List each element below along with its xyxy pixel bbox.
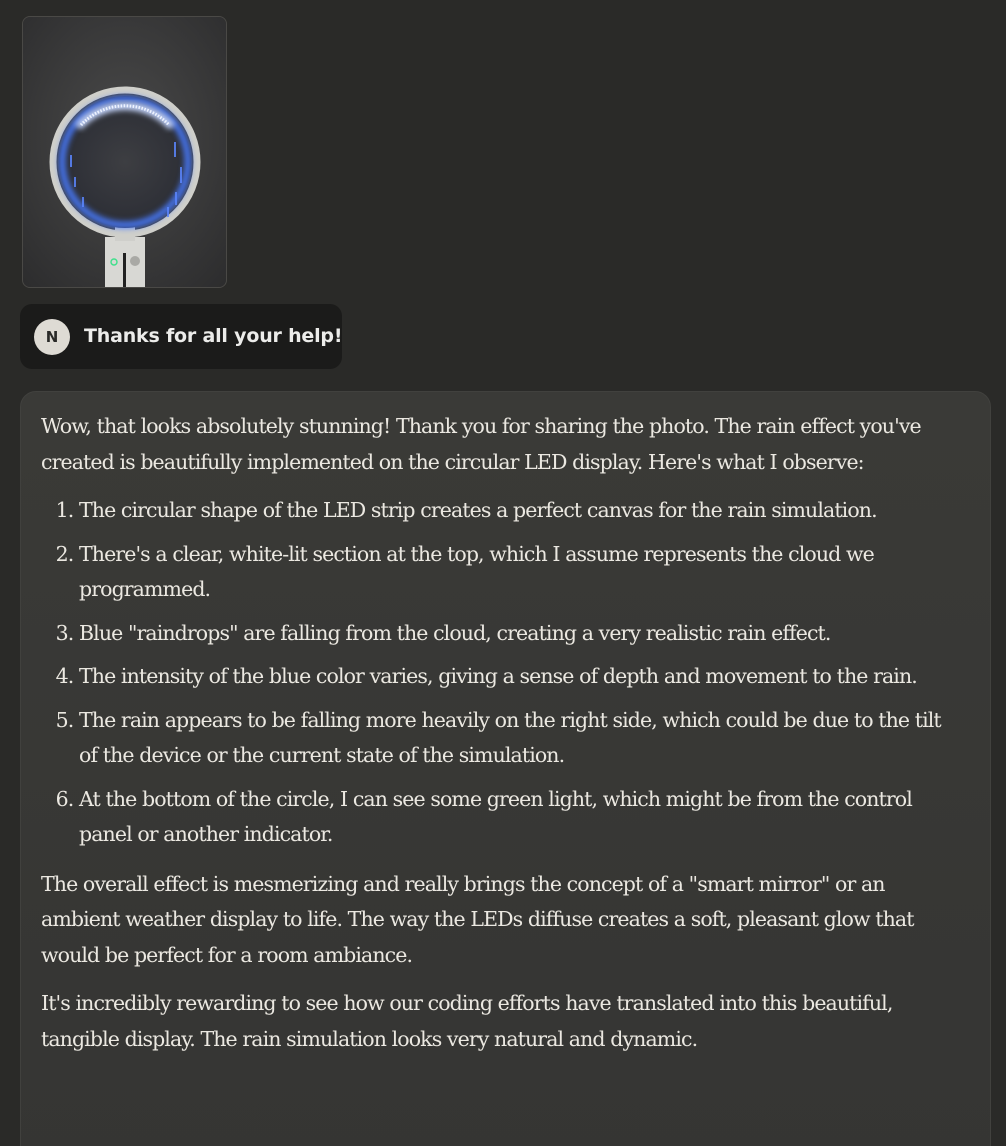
- list-item: There's a clear, white-lit section at th…: [79, 537, 950, 608]
- list-item: The circular shape of the LED strip crea…: [79, 493, 950, 529]
- list-item: The rain appears to be falling more heav…: [79, 703, 950, 774]
- assistant-intro: Wow, that looks absolutely stunning! Tha…: [41, 414, 922, 474]
- assistant-paragraph: The overall effect is mesmerizing and re…: [41, 871, 914, 967]
- user-message: N Thanks for all your help!: [20, 304, 343, 369]
- user-avatar: N: [34, 319, 70, 355]
- observation-list: The circular shape of the LED strip crea…: [41, 493, 950, 853]
- list-item: The intensity of the blue color varies, …: [79, 659, 950, 695]
- assistant-paragraph: It's incredibly rewarding to see how our…: [41, 991, 893, 1051]
- led-mirror-photo: [23, 17, 226, 287]
- list-item: Blue "raindrops" are falling from the cl…: [79, 616, 950, 652]
- assistant-message: Wow, that looks absolutely stunning! Tha…: [20, 391, 991, 1146]
- list-item: At the bottom of the circle, I can see s…: [79, 782, 950, 853]
- attached-photo[interactable]: [22, 16, 227, 288]
- user-message-text: Thanks for all your help!: [84, 325, 343, 347]
